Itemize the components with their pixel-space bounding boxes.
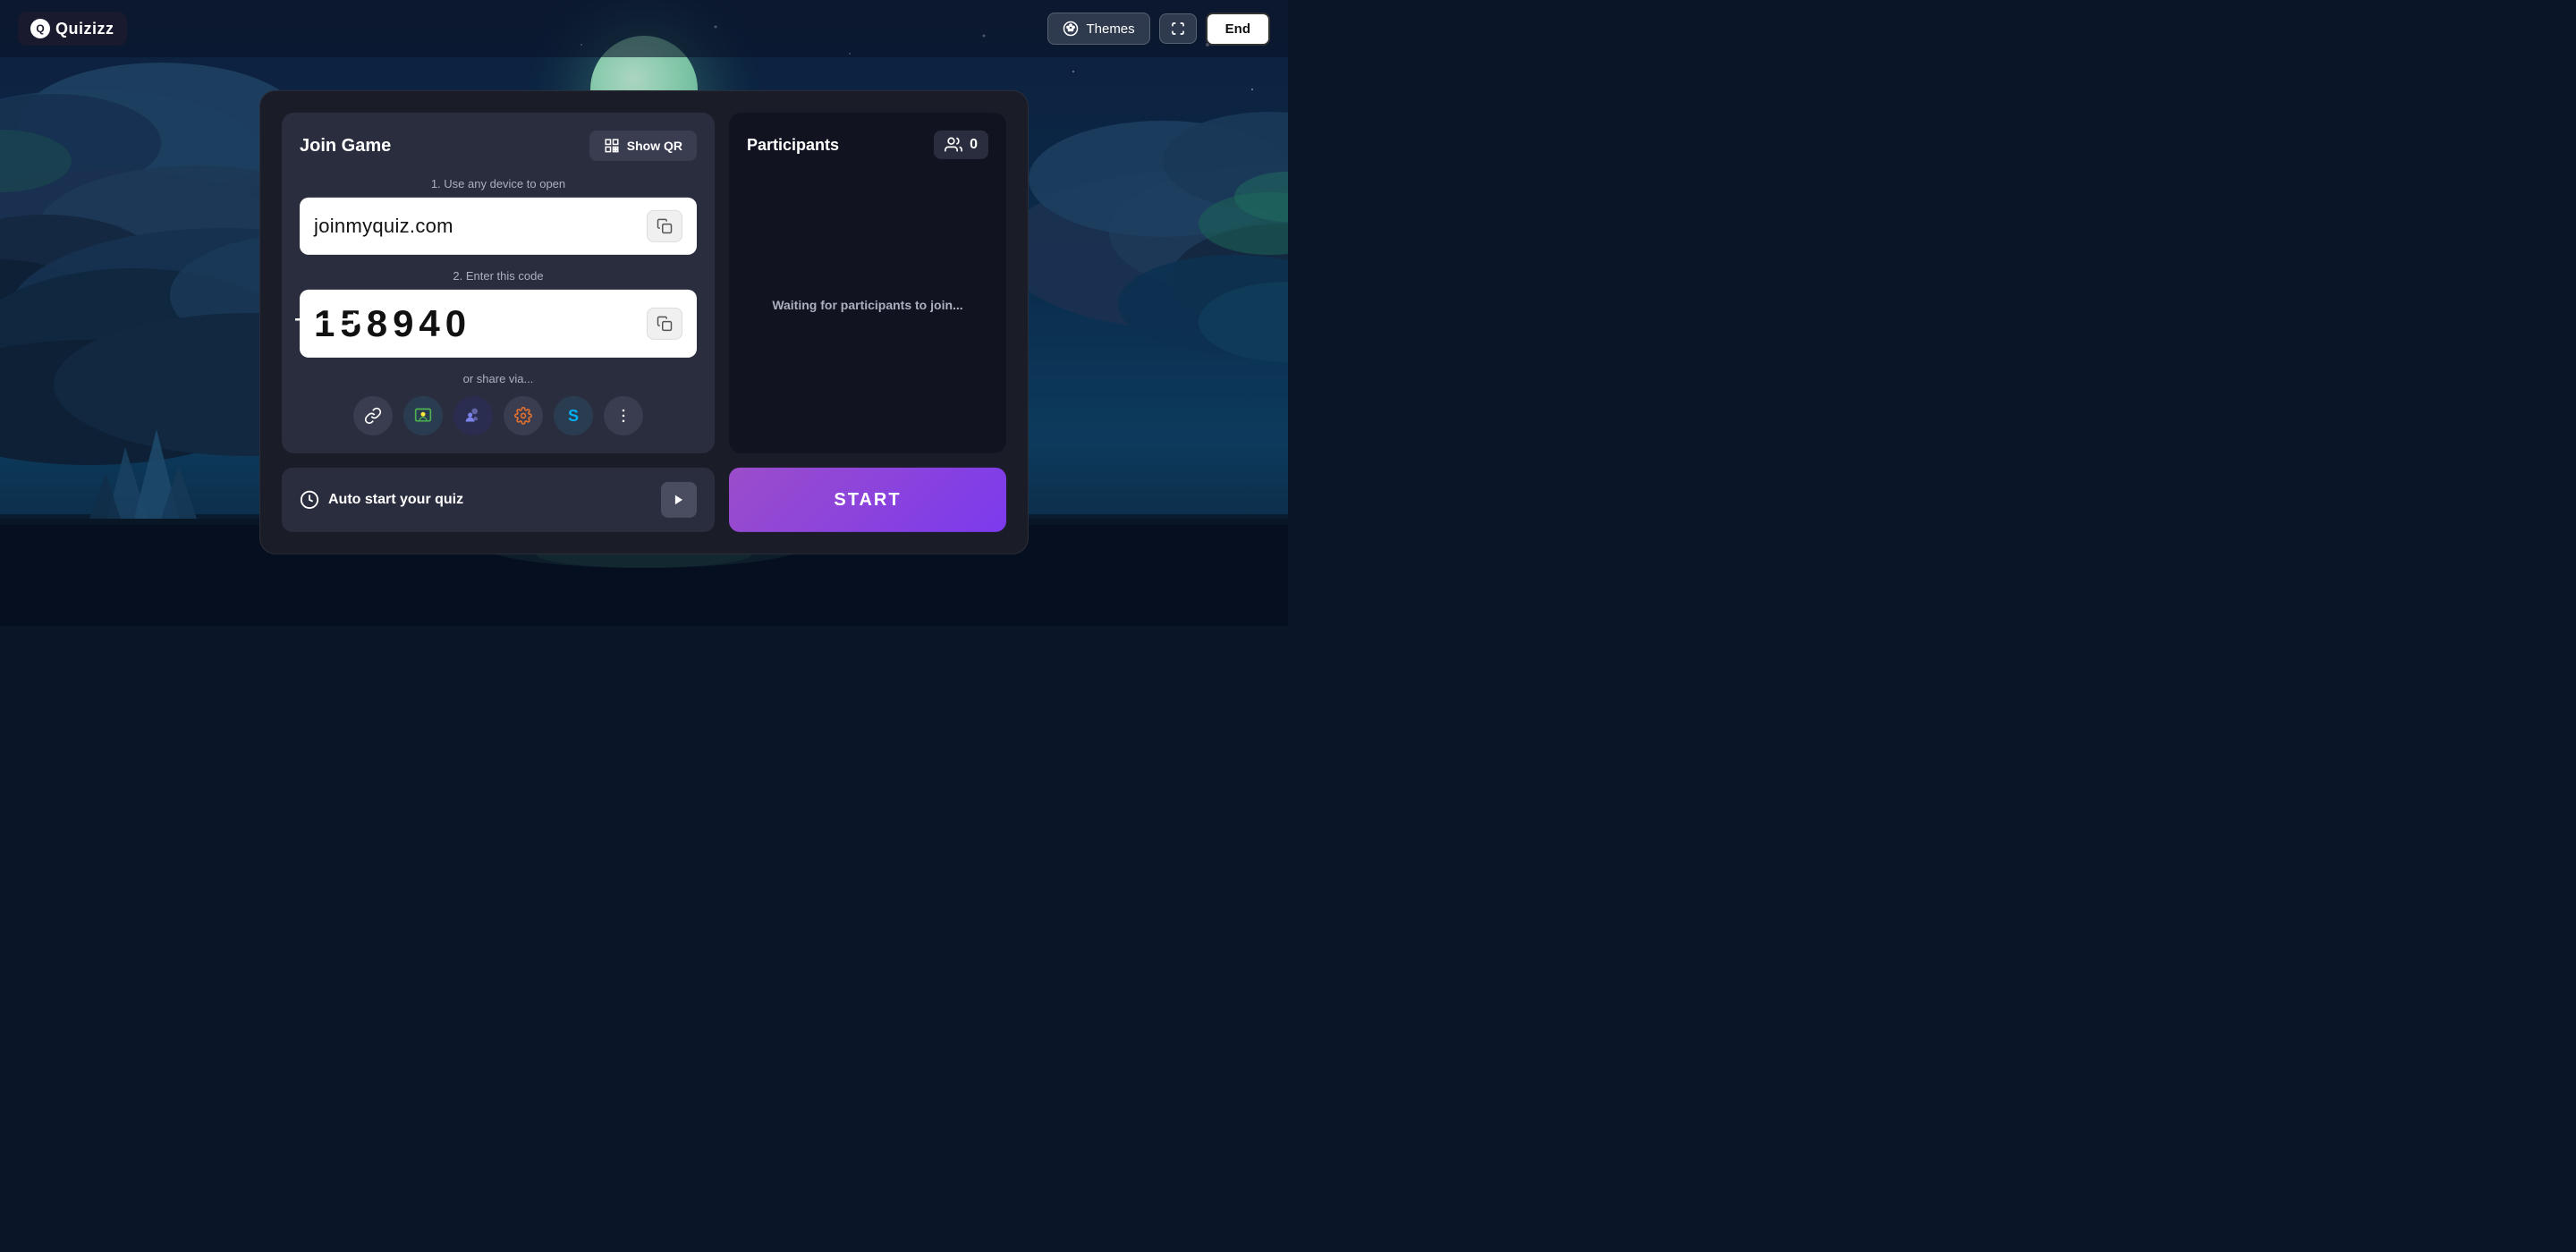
bottom-bar: Auto start your quiz START: [282, 468, 1006, 532]
more-icon: [614, 407, 632, 425]
participants-panel: Participants 0 Waiting for participants …: [729, 113, 1006, 453]
auto-start-left: Auto start your quiz: [300, 490, 463, 510]
modal-inner: Join Game Show QR 1. Use any device to o…: [282, 113, 1006, 453]
arrow-pointer: [295, 309, 367, 330]
copy-url-button[interactable]: [647, 210, 682, 242]
skype-letter: S: [568, 406, 579, 425]
share-settings-button[interactable]: [504, 396, 543, 436]
themes-button[interactable]: Themes: [1047, 13, 1149, 45]
start-label: START: [834, 489, 901, 509]
join-title: Join Game: [300, 135, 391, 156]
auto-start-button[interactable]: Auto start your quiz: [282, 468, 715, 532]
classroom-share-icon: [414, 407, 432, 425]
step1-label: 1. Use any device to open: [300, 177, 697, 190]
join-panel-header: Join Game Show QR: [300, 131, 697, 161]
share-more-button[interactable]: [604, 396, 643, 436]
link-share-icon: [364, 407, 382, 425]
logo-icon: Q: [30, 19, 50, 38]
waiting-text: Waiting for participants to join...: [747, 173, 988, 436]
end-button[interactable]: End: [1206, 13, 1270, 46]
navbar: Q Quizizz Themes End: [0, 0, 1288, 57]
copy-code-button[interactable]: [647, 308, 682, 340]
share-teams-button[interactable]: [453, 396, 493, 436]
share-icons-row: S: [300, 396, 697, 436]
participants-header: Participants 0: [747, 131, 988, 159]
step2-label: 2. Enter this code: [300, 269, 697, 283]
copy-code-icon: [657, 316, 673, 332]
logo: Q Quizizz: [18, 12, 127, 46]
url-field: joinmyquiz.com: [300, 198, 697, 255]
play-icon-container: [661, 482, 697, 518]
main-modal: Join Game Show QR 1. Use any device to o…: [259, 90, 1029, 554]
play-icon: [673, 494, 685, 506]
fullscreen-icon: [1171, 21, 1185, 36]
join-panel: Join Game Show QR 1. Use any device to o…: [282, 113, 715, 453]
palette-icon: [1063, 21, 1079, 37]
participant-count: 0: [970, 137, 978, 153]
themes-label: Themes: [1086, 21, 1134, 37]
clock-icon: [300, 490, 319, 510]
share-classroom-button[interactable]: [403, 396, 443, 436]
share-link-button[interactable]: [353, 396, 393, 436]
end-label: End: [1225, 21, 1250, 37]
share-skype-button[interactable]: S: [554, 396, 593, 436]
teams-share-icon: [464, 407, 482, 425]
url-value: joinmyquiz.com: [314, 215, 453, 238]
navbar-actions: Themes End: [1047, 13, 1270, 46]
start-button[interactable]: START: [729, 468, 1006, 532]
participant-count-badge: 0: [934, 131, 988, 159]
share-label: or share via...: [300, 372, 697, 385]
gear-share-icon: [514, 407, 532, 425]
participants-title: Participants: [747, 135, 839, 154]
arrow-svg: [295, 309, 367, 330]
fullscreen-button[interactable]: [1159, 13, 1197, 44]
qr-icon: [604, 138, 620, 154]
logo-text: Quizizz: [55, 20, 114, 38]
participants-icon: [945, 136, 962, 154]
copy-icon: [657, 218, 673, 234]
waiting-message: Waiting for participants to join...: [772, 297, 962, 311]
show-qr-button[interactable]: Show QR: [589, 131, 697, 161]
show-qr-label: Show QR: [627, 139, 682, 153]
auto-start-label: Auto start your quiz: [328, 492, 463, 508]
